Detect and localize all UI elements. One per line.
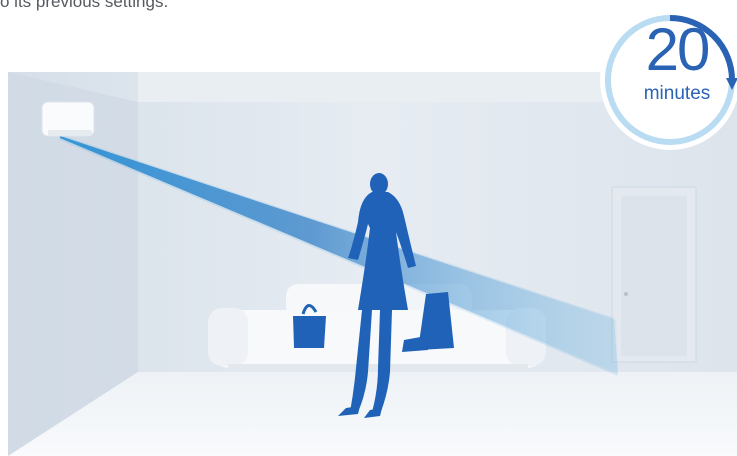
timer-value: 20 [645,16,711,83]
door [611,186,697,363]
countdown-timer: 20 minutes [596,6,737,154]
air-conditioner-icon [41,101,95,137]
caption-text: o its previous settings. [0,0,169,11]
timer-unit-label: minutes [643,83,711,104]
